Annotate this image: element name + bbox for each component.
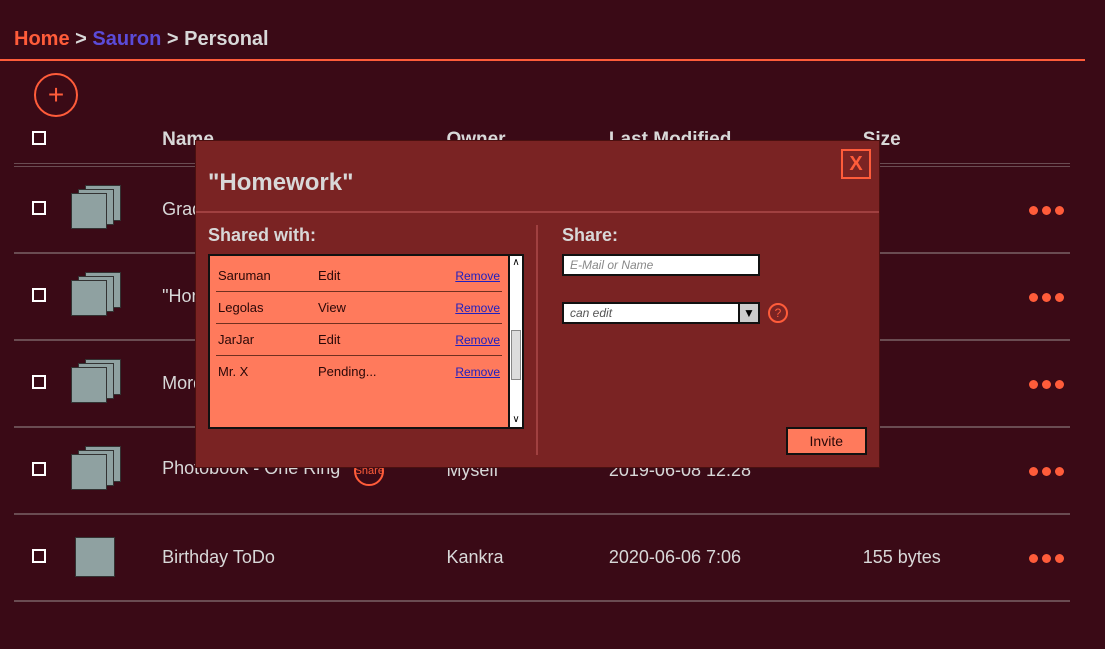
- invite-button[interactable]: Invite: [786, 427, 867, 455]
- select-all-checkbox[interactable]: [32, 131, 46, 145]
- shared-row: Saruman Edit Remove: [216, 260, 502, 292]
- permission-select[interactable]: can edit ▼: [562, 302, 760, 324]
- chevron-down-icon[interactable]: ▼: [738, 304, 758, 322]
- shared-name: Mr. X: [218, 364, 318, 379]
- dialog-title: "Homework": [208, 169, 867, 197]
- remove-link[interactable]: Remove: [455, 365, 500, 379]
- folder-stack-icon: [71, 185, 127, 229]
- folder-stack-icon: [71, 446, 127, 490]
- row-menu-button[interactable]: [1029, 380, 1064, 389]
- scroll-up-icon[interactable]: ∧: [510, 256, 522, 270]
- plus-icon: +: [48, 79, 64, 111]
- breadcrumb-current: Personal: [184, 28, 268, 50]
- row-checkbox[interactable]: [32, 462, 46, 476]
- remove-link[interactable]: Remove: [455, 333, 500, 347]
- shared-with-label: Shared with:: [208, 225, 524, 246]
- breadcrumb-sep: >: [167, 28, 179, 50]
- row-menu-button[interactable]: [1029, 467, 1064, 476]
- breadcrumb-home[interactable]: Home: [14, 28, 70, 50]
- email-field[interactable]: E-Mail or Name: [562, 254, 760, 276]
- permission-selected: can edit: [564, 306, 738, 320]
- scroll-down-icon[interactable]: ∨: [510, 413, 522, 427]
- shared-permission: Edit: [318, 268, 408, 283]
- help-button[interactable]: ?: [768, 303, 788, 323]
- scroll-thumb[interactable]: [511, 330, 521, 380]
- add-button[interactable]: +: [34, 73, 78, 117]
- row-menu-button[interactable]: [1029, 206, 1064, 215]
- shared-name: Legolas: [218, 300, 318, 315]
- share-dialog: "Homework" X Shared with: Saruman Edit R…: [195, 140, 880, 468]
- file-icon: [71, 533, 127, 577]
- shared-row: Mr. X Pending... Remove: [216, 356, 502, 387]
- row-menu-button[interactable]: [1029, 293, 1064, 302]
- close-button[interactable]: X: [841, 149, 871, 179]
- scrollbar[interactable]: ∧ ∨: [508, 256, 522, 427]
- row-checkbox[interactable]: [32, 201, 46, 215]
- remove-link[interactable]: Remove: [455, 269, 500, 283]
- shared-permission: Pending...: [318, 364, 408, 379]
- folder-stack-icon: [71, 359, 127, 403]
- breadcrumb-sep: >: [75, 28, 87, 50]
- remove-link[interactable]: Remove: [455, 301, 500, 315]
- shared-row: Legolas View Remove: [216, 292, 502, 324]
- row-menu-button[interactable]: [1029, 554, 1064, 563]
- email-placeholder: E-Mail or Name: [570, 258, 653, 272]
- shared-name: JarJar: [218, 332, 318, 347]
- row-name: Birthday ToDo: [162, 547, 275, 567]
- folder-stack-icon: [71, 272, 127, 316]
- row-modified: 2020-06-06 7:06: [603, 514, 857, 601]
- row-owner: Kankra: [440, 514, 602, 601]
- row-checkbox[interactable]: [32, 288, 46, 302]
- table-row[interactable]: Birthday ToDo Kankra 2020-06-06 7:06 155…: [14, 514, 1070, 601]
- shared-permission: Edit: [318, 332, 408, 347]
- breadcrumb: Home > Sauron > Personal: [0, 0, 1085, 61]
- row-size: 155 bytes: [857, 514, 1009, 601]
- shared-list: Saruman Edit Remove Legolas View Remove …: [208, 254, 524, 429]
- shared-row: JarJar Edit Remove: [216, 324, 502, 356]
- shared-name: Saruman: [218, 268, 318, 283]
- row-checkbox[interactable]: [32, 549, 46, 563]
- shared-permission: View: [318, 300, 408, 315]
- breadcrumb-user[interactable]: Sauron: [92, 28, 161, 50]
- row-checkbox[interactable]: [32, 375, 46, 389]
- share-label: Share:: [562, 225, 867, 246]
